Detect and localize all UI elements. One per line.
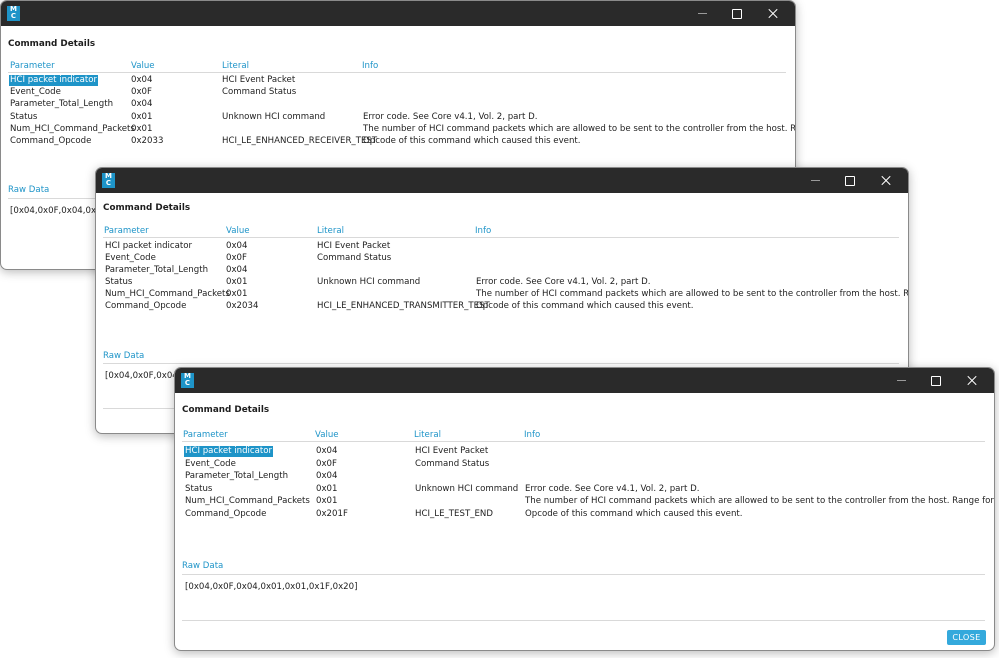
table-row-3-parameter-cell[interactable]: Parameter_Total_Length [185,471,288,482]
raw-data-divider [182,574,985,575]
table-row-1-parameter-cell[interactable]: HCI packet indicator [105,241,192,252]
close-icon[interactable] [755,1,791,26]
minimize-icon[interactable] [798,168,834,193]
raw-data-label: Raw Data [182,561,224,571]
table-row-3-value-cell: 0x04 [316,471,338,481]
column-header-literal: Literal [317,226,345,236]
table-row-6-parameter-cell[interactable]: Command_Opcode [10,136,91,147]
table-row-5-info-cell: The number of HCI command packets which … [363,123,796,134]
table-row-2-value-cell: 0x0F [131,87,152,98]
table-row-4-parameter-cell[interactable]: Status [105,277,132,288]
table-row-1-literal-cell: HCI Event Packet [317,241,391,251]
table-row-5-parameter-cell[interactable]: Num_HCI_Command_Packets [185,496,310,507]
table-row-4-value-cell: 0x01 [316,483,338,494]
table-row-3-value-cell: 0x04 [131,99,153,110]
table-row-4-literal-cell: Unknown HCI command [222,111,326,122]
section-title: Command Details [8,39,96,49]
table-row-2-parameter-cell[interactable]: Event_Code [105,253,156,264]
table-row-6-info-cell: Opcode of this command which caused this… [525,508,743,519]
table-row-3-parameter-cell[interactable]: Parameter_Total_Length [10,99,113,110]
table-row-1-parameter-cell[interactable]: HCI packet indicator [9,75,99,86]
command-details-window-3: MC Command Details Parameter Value Liter… [174,367,995,651]
minimize-icon[interactable] [685,1,721,26]
raw-data-value: [0x04,0x0F,0x04,0x01,0x01,0x1F,0x20] [185,582,358,592]
table-row-2-parameter-cell[interactable]: Event_Code [10,87,61,98]
column-header-parameter: Parameter [183,430,228,440]
column-header-literal: Literal [222,61,250,71]
table-row-6-value-cell: 0x2034 [226,301,259,311]
column-header-parameter: Parameter [104,226,149,236]
maximize-icon[interactable] [719,1,755,26]
table-row-1-value-cell: 0x04 [316,446,338,456]
raw-data-divider [103,363,899,364]
table-row-4-literal-cell: Unknown HCI command [415,483,519,494]
table-row-6-literal-cell: HCI_LE_TEST_END [415,508,493,519]
table-row-2-value-cell: 0x0F [316,458,337,469]
table-row-5-parameter-cell[interactable]: Num_HCI_Command_Packets [10,124,135,135]
close-button[interactable]: CLOSE [947,630,986,645]
column-header-parameter: Parameter [10,61,55,71]
column-header-info: Info [362,61,379,71]
table-row-5-value-cell: 0x01 [131,123,153,134]
table-row-1-literal-cell: HCI Event Packet [222,75,296,85]
table-row-5-value-cell: 0x01 [226,289,248,299]
footer-divider [182,620,985,621]
table-row-2-value-cell: 0x0F [226,253,247,263]
close-icon[interactable] [954,368,990,393]
app-icon: MC [181,373,194,388]
table-row-6-literal-cell: HCI_LE_ENHANCED_RECEIVER_TEST [222,136,378,146]
close-icon[interactable] [868,168,904,193]
table-row-6-literal-cell: HCI_LE_ENHANCED_TRANSMITTER_TEST [317,301,490,311]
table-row-1-parameter-cell[interactable]: HCI packet indicator [184,446,274,457]
table-row-5-info-cell: The number of HCI command packets which … [525,496,995,506]
maximize-icon[interactable] [832,168,868,193]
column-header-value: Value [315,430,339,440]
column-header-value: Value [226,226,250,236]
table-row-6-parameter-cell[interactable]: Command_Opcode [185,509,266,520]
table-row-6-value-cell: 0x2033 [131,136,164,146]
table-row-5-value-cell: 0x01 [316,496,338,506]
column-header-literal: Literal [414,430,442,440]
table-row-6-value-cell: 0x201F [316,508,348,519]
column-header-info: Info [524,430,541,440]
table-row-1-value-cell: 0x04 [131,75,153,85]
section-title: Command Details [182,405,270,415]
table-row-4-literal-cell: Unknown HCI command [317,277,421,287]
title-bar[interactable]: MC [96,168,908,193]
minimize-icon[interactable] [884,368,920,393]
raw-data-label: Raw Data [103,351,145,361]
column-header-info: Info [475,226,492,236]
table-row-2-literal-cell: Command Status [317,253,392,263]
table-row-2-literal-cell: Command Status [415,458,490,469]
app-icon: MC [102,173,115,188]
table-row-5-parameter-cell[interactable]: Num_HCI_Command_Packets [105,289,230,300]
table-row-4-info-cell: Error code. See Core v4.1, Vol. 2, part … [363,111,538,122]
raw-data-label: Raw Data [8,185,50,195]
table-row-4-value-cell: 0x01 [131,111,153,122]
table-row-5-info-cell: The number of HCI command packets which … [476,289,909,299]
title-bar[interactable]: MC [1,1,795,26]
table-row-4-parameter-cell[interactable]: Status [10,112,37,123]
table-row-1-literal-cell: HCI Event Packet [415,446,489,456]
section-title: Command Details [103,203,191,213]
title-bar[interactable]: MC [175,368,994,393]
table-row-4-info-cell: Error code. See Core v4.1, Vol. 2, part … [525,483,700,494]
table-row-4-parameter-cell[interactable]: Status [185,484,212,495]
table-row-2-literal-cell: Command Status [222,87,297,98]
table-row-4-info-cell: Error code. See Core v4.1, Vol. 2, part … [476,277,651,287]
column-header-value: Value [131,61,155,71]
table-row-6-info-cell: Opcode of this command which caused this… [363,136,581,146]
maximize-icon[interactable] [918,368,954,393]
table-row-2-parameter-cell[interactable]: Event_Code [185,459,236,470]
table-row-4-value-cell: 0x01 [226,277,248,287]
table-row-6-info-cell: Opcode of this command which caused this… [476,301,694,311]
header-divider [8,72,786,73]
header-divider [103,237,899,238]
app-icon: MC [7,6,20,21]
header-divider [182,441,985,442]
table-row-1-value-cell: 0x04 [226,241,248,251]
table-row-6-parameter-cell[interactable]: Command_Opcode [105,301,186,312]
table-row-3-value-cell: 0x04 [226,265,248,275]
table-row-3-parameter-cell[interactable]: Parameter_Total_Length [105,265,208,276]
